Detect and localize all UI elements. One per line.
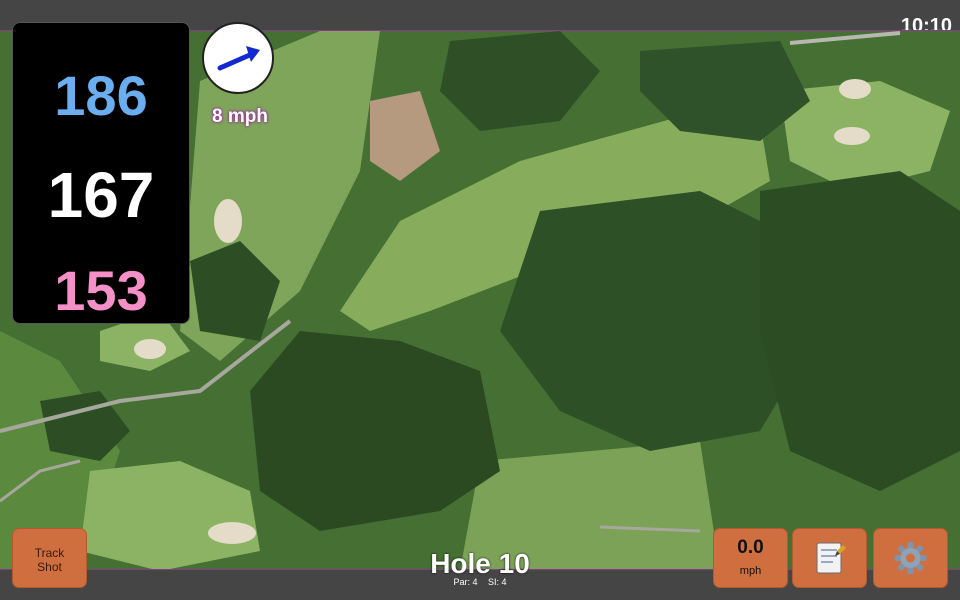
hole-meta: Par: 4 SI: 4 (380, 577, 580, 587)
hole-stroke-index: SI: 4 (488, 577, 507, 587)
hole-par: Par: 4 (453, 577, 478, 587)
notes-button[interactable] (792, 528, 867, 588)
speed-value: 0.0 (737, 537, 764, 558)
track-shot-button[interactable]: Track Shot (12, 528, 87, 588)
settings-button[interactable] (873, 528, 948, 588)
gear-icon (894, 542, 927, 574)
distance-panel: 186 167 153 (12, 22, 190, 324)
speed-unit: mph (739, 565, 762, 577)
front-of-green-distance: 153 (54, 259, 148, 322)
wind-speed-label: 8 mph (212, 106, 268, 127)
speed-button[interactable]: 0.0 mph (713, 528, 788, 588)
arrow-right-icon (217, 46, 260, 71)
hole-title: Hole 10 (430, 548, 530, 579)
back-of-green-distance: 186 (54, 64, 148, 127)
track-shot-label-line1: Track (34, 546, 65, 560)
track-shot-label-line2: Shot (37, 560, 62, 574)
notepad-icon (816, 542, 846, 574)
wind-direction-indicator (202, 22, 274, 94)
center-of-green-distance: 167 (47, 159, 155, 231)
